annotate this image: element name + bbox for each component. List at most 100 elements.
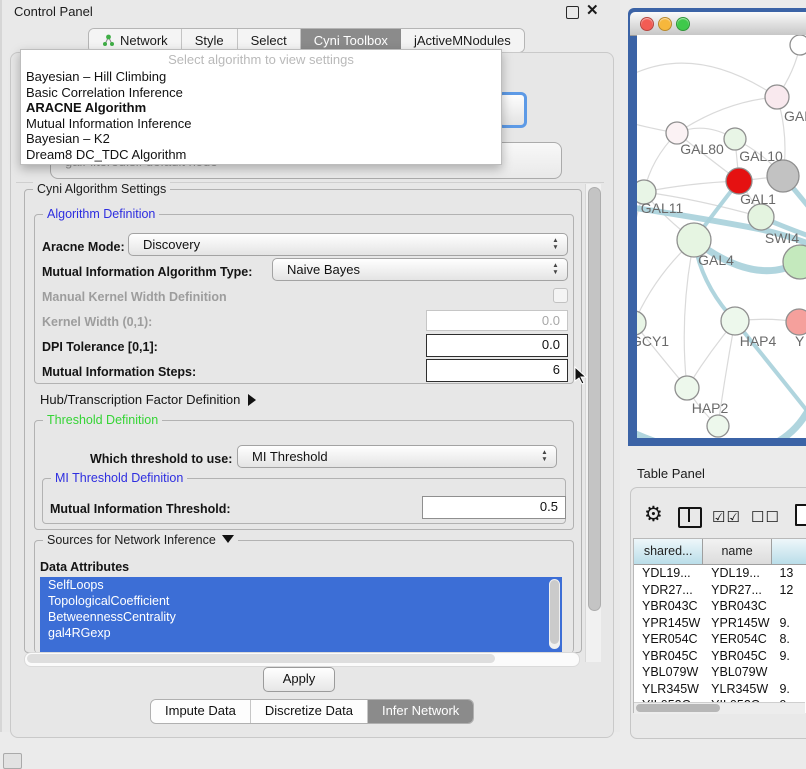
collapsed-panel-icon[interactable] [3,753,22,769]
table-row[interactable]: YDL19...YDL19...13 [634,565,806,582]
deselect-all-checkboxes-icon[interactable]: ☐☐ [751,508,780,526]
algorithm-dropdown-list: Select algorithm to view settings Bayesi… [20,49,502,165]
apply-button[interactable]: Apply [263,667,335,692]
table-cell: 9. [771,648,806,665]
network-node[interactable] [675,376,699,400]
network-edge [684,240,694,388]
tab-label: jActiveMNodules [414,33,511,48]
algorithm-option-basic-correlation-inference[interactable]: Basic Correlation Inference [21,85,501,101]
attribute-item-betweennesscentrality[interactable]: BetweennessCentrality [40,609,562,625]
expand-right-icon [248,394,256,406]
float-window-icon[interactable] [566,6,579,19]
network-node[interactable] [765,85,789,109]
node-label-gcy1: GCY1 [637,333,669,349]
table-row[interactable]: YPR145WYPR145W9. [634,615,806,632]
settings-horizontal-scrollbar[interactable] [24,652,580,667]
algorithm-dropdown-placeholder: Select algorithm to view settings [21,50,501,69]
attribute-item-gal4rgexp[interactable]: gal4RGexp [40,625,562,641]
network-node[interactable] [707,415,729,437]
algorithm-option-mutual-information-inference[interactable]: Mutual Information Inference [21,116,501,132]
mac-zoom-button[interactable] [676,17,690,31]
mi-steps-field[interactable]: 6 [426,359,568,382]
gear-icon[interactable]: ⚙ [644,504,663,526]
tab-label: Style [195,33,224,48]
sources-title[interactable]: Sources for Network Inference [43,533,238,547]
column-header-name[interactable]: name [703,539,771,564]
stepper-icon[interactable] [551,237,560,251]
settings-vertical-scrollbar[interactable] [585,184,601,662]
network-edge [644,181,739,192]
table-row[interactable]: YBL079WYBL079W [634,664,806,681]
network-node[interactable] [767,160,799,192]
network-node[interactable] [786,309,806,335]
mac-minimize-button[interactable] [658,17,672,31]
bottom-tab-infer-network[interactable]: Infer Network [368,700,473,723]
list-scrollbar[interactable] [549,579,560,649]
network-node[interactable] [637,311,646,335]
kernel-width-field[interactable]: 0.0 [426,310,568,331]
table-horizontal-scrollbar[interactable] [634,702,805,714]
network-node[interactable] [783,245,806,279]
mi-type-combobox[interactable]: Naive Bayes [272,258,568,281]
which-threshold-combobox[interactable]: MI Threshold [237,445,557,468]
table-cell: 9. [771,615,806,632]
table-row[interactable]: YBR045CYBR045C9. [634,648,806,665]
mi-type-value: Naive Bayes [287,262,360,277]
manual-kernel-checkbox[interactable] [553,288,568,303]
node-table: shared...name YDL19...YDL19...13YDR27...… [633,538,806,713]
aracne-mode-combobox[interactable]: Discovery [128,233,568,256]
network-icon [102,34,115,47]
column-header-extra[interactable] [772,539,806,564]
table-cell: YBR045C [634,648,703,665]
table-row[interactable]: YDR27...YDR27...12 [634,582,806,599]
algorithm-option-dream8-dc-tdc-algorithm[interactable]: Dream8 DC_TDC Algorithm [21,147,501,163]
table-cell: YER054C [634,631,703,648]
bottom-tab-impute-data[interactable]: Impute Data [151,700,251,723]
network-window-titlebar[interactable] [630,12,806,36]
network-node[interactable] [748,204,774,230]
table-cell: 9. [771,681,806,698]
table-panel-title: Table Panel [637,466,705,481]
tab-label: Cyni Toolbox [314,33,388,48]
select-all-checkboxes-icon[interactable]: ☑☑ [712,508,741,526]
table-row[interactable]: YLR345WYLR345W9. [634,681,806,698]
mi-threshold-field[interactable]: 0.5 [422,496,566,519]
table-cell: 13 [771,565,806,582]
attribute-item-selfloops[interactable]: SelfLoops [40,577,562,593]
columns-icon[interactable] [678,507,702,528]
stepper-icon[interactable] [540,449,549,463]
algorithm-option-bayesian-k2[interactable]: Bayesian – K2 [21,131,501,147]
network-node[interactable] [721,307,749,335]
mi-threshold-label: Mutual Information Threshold: [50,502,231,516]
table-cell: YBL079W [634,664,703,681]
network-graph: GALGAL80GAL10GAL1GAL11SWI4GAL4GCY1HAP4YH… [637,35,806,438]
attribute-item-topologicalcoefficient[interactable]: TopologicalCoefficient [40,593,562,609]
algorithm-option-aracne-algorithm[interactable]: ARACNE Algorithm [21,100,501,116]
table-cell: YDL19... [703,565,771,582]
data-attributes-list: SelfLoopsTopologicalCoefficientBetweenne… [40,577,562,653]
table-row[interactable]: YBR043CYBR043C [634,598,806,615]
stepper-icon[interactable] [551,262,560,276]
network-edge [637,63,777,97]
table-cell: 8. [771,631,806,648]
column-header-shared[interactable]: shared... [634,539,703,564]
network-node[interactable] [724,128,746,150]
table-cell: 12 [771,582,806,599]
hub-definition-expander[interactable]: Hub/Transcription Factor Definition [40,392,256,407]
table-cell: YDR27... [634,582,703,599]
table-cell: YLR345W [634,681,703,698]
aracne-mode-value: Discovery [143,237,200,252]
table-row[interactable]: YER054CYER054C8. [634,631,806,648]
close-icon[interactable]: ✕ [586,1,599,19]
network-canvas[interactable]: GALGAL80GAL10GAL1GAL11SWI4GAL4GCY1HAP4YH… [637,35,806,438]
network-node[interactable] [790,35,806,55]
page-icon[interactable] [795,504,806,526]
node-label-gal4: GAL4 [698,252,734,268]
network-view-window[interactable]: GALGAL80GAL10GAL1GAL11SWI4GAL4GCY1HAP4YH… [628,8,806,446]
table-cell: YDL19... [634,565,703,582]
bottom-tab-discretize-data[interactable]: Discretize Data [251,700,368,723]
dpi-tolerance-field[interactable]: 0.0 [426,334,568,357]
mac-close-button[interactable] [640,17,654,31]
node-label-gal80: GAL80 [680,141,724,157]
algorithm-option-bayesian-hill-climbing[interactable]: Bayesian – Hill Climbing [21,69,501,85]
